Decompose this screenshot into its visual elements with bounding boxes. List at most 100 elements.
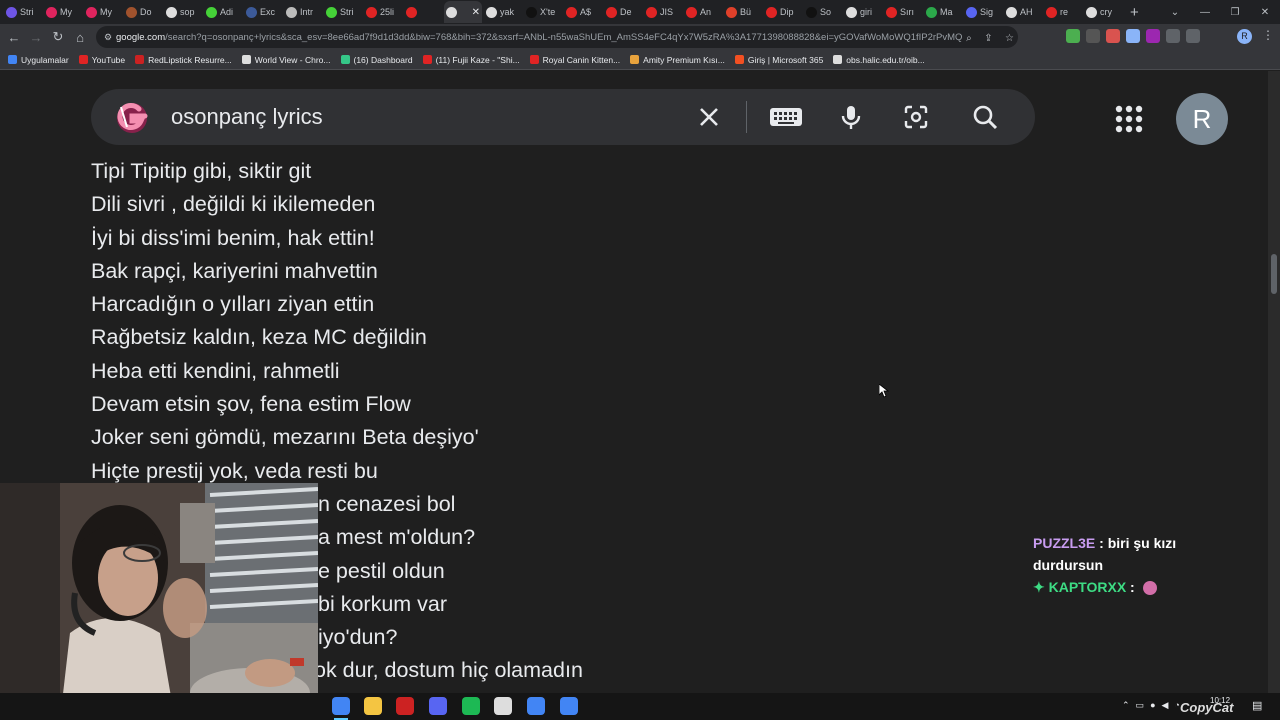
browser-tab[interactable]: JIS <box>644 2 682 22</box>
bookmark-item[interactable]: YouTube <box>78 55 125 65</box>
browser-tab[interactable]: Dip <box>764 2 802 22</box>
tab-favicon-icon <box>166 6 177 18</box>
browser-tab[interactable] <box>404 2 442 22</box>
bookmark-item[interactable]: RedLipstick Resurre... <box>135 55 232 65</box>
bookmark-item[interactable]: (16) Dashboard <box>340 55 413 65</box>
reload-icon[interactable]: ↻ <box>47 29 69 45</box>
tab-label: Stri <box>20 7 34 17</box>
restore-button[interactable]: ❐ <box>1220 7 1250 18</box>
browser-tab[interactable]: giri <box>844 2 882 22</box>
browser-tab[interactable]: Adi <box>204 2 242 22</box>
taskbar-app-spotify-icon[interactable] <box>462 697 480 715</box>
extension-icon[interactable] <box>1106 29 1120 43</box>
window-controls: ⌄ — ❐ ✕ <box>1160 0 1280 24</box>
extension-icon[interactable] <box>1086 29 1100 43</box>
lens-search-icon[interactable] <box>902 103 930 131</box>
extension-icon[interactable] <box>1126 29 1140 43</box>
volume-icon[interactable]: ◀ <box>1162 700 1169 711</box>
tab-close-icon[interactable]: ✕ <box>472 7 480 18</box>
taskbar-app-files-icon[interactable] <box>364 697 382 715</box>
new-tab-button[interactable]: + <box>1130 4 1139 21</box>
minimize-button[interactable]: — <box>1190 7 1220 18</box>
browser-tab[interactable]: So <box>804 2 842 22</box>
url-text[interactable]: google.com/search?q=osonpanç+lyrics&sca_… <box>116 32 962 43</box>
taskbar-app-chrome-icon[interactable] <box>332 697 350 715</box>
browser-tab[interactable]: 25li <box>364 2 402 22</box>
browser-tab[interactable]: Stri <box>4 2 42 22</box>
browser-tab[interactable]: AH <box>1004 2 1042 22</box>
clear-search-icon[interactable] <box>695 103 723 131</box>
browser-tab[interactable]: X'te <box>524 2 562 22</box>
tab-favicon-icon <box>606 6 617 18</box>
browser-tab[interactable]: My <box>84 2 122 22</box>
voice-search-icon[interactable] <box>837 103 865 131</box>
puzzle-icon[interactable] <box>1166 29 1180 43</box>
taskbar-app-chrome-2-icon[interactable] <box>527 697 545 715</box>
browser-tab[interactable]: Sig <box>964 2 1002 22</box>
taskbar-app-chrome-3-icon[interactable] <box>560 697 578 715</box>
browser-tab[interactable]: ✕ <box>444 1 482 23</box>
mic-icon[interactable]: ● <box>1150 700 1155 711</box>
browser-tab[interactable]: sop <box>164 2 202 22</box>
google-apps-icon[interactable] <box>1115 105 1143 133</box>
bookmark-item[interactable]: Amity Premium Kısı... <box>630 55 725 65</box>
mouse-cursor-icon <box>879 384 889 398</box>
browser-tab[interactable]: De <box>604 2 642 22</box>
browser-tab[interactable]: Stri <box>324 2 362 22</box>
scrollbar-thumb[interactable] <box>1271 254 1277 294</box>
streamer-camera-image <box>0 483 318 720</box>
tab-label: Stri <box>340 7 354 17</box>
browser-tab[interactable]: re <box>1044 2 1082 22</box>
keyboard-icon[interactable] <box>769 103 803 131</box>
account-avatar[interactable]: R <box>1176 93 1228 145</box>
tab-search-icon[interactable]: ⌄ <box>1160 7 1190 18</box>
notification-icon[interactable]: ▤ <box>1252 699 1262 712</box>
bookmark-item[interactable]: Royal Canin Kitten... <box>529 55 620 65</box>
tray-overflow-icon[interactable]: ⌃ <box>1122 700 1130 711</box>
search-icon[interactable] <box>971 103 999 131</box>
back-icon[interactable]: ← <box>3 30 25 45</box>
search-box[interactable]: osonpanç lyrics <box>91 89 1035 145</box>
vpn-extension-icon[interactable] <box>1066 29 1080 43</box>
browser-tab[interactable]: Bü <box>724 2 762 22</box>
lyric-line: Bak rapçi, kariyerini mahvettin <box>91 258 378 283</box>
browser-tab[interactable]: Exc <box>244 2 282 22</box>
browser-tab[interactable]: cry <box>1084 2 1122 22</box>
browser-tab[interactable]: My <box>44 2 82 22</box>
zoom-icon[interactable]: ⌕ <box>966 33 972 44</box>
bookmark-item[interactable]: World View - Chro... <box>241 55 331 65</box>
browser-tab[interactable]: Sırı <box>884 2 922 22</box>
browser-tab[interactable]: An <box>684 2 722 22</box>
bookmark-item[interactable]: obs.halic.edu.tr/oib... <box>833 55 925 65</box>
network-icon[interactable]: ▭ <box>1136 700 1145 711</box>
tab-label: Dip <box>780 7 794 17</box>
page-scrollbar[interactable] <box>1268 71 1280 693</box>
taskbar-app-game-icon[interactable] <box>396 697 414 715</box>
site-info-icon[interactable]: ⚙ <box>100 32 116 43</box>
profile-button[interactable]: R <box>1237 29 1252 44</box>
browser-tab[interactable]: Do <box>124 2 162 22</box>
taskbar-app-obs-icon[interactable] <box>494 697 512 715</box>
extension-icon[interactable] <box>1146 29 1160 43</box>
google-doodle-icon[interactable] <box>113 99 151 135</box>
browser-tab[interactable]: Ma <box>924 2 962 22</box>
bookmark-item[interactable]: Giriş | Microsoft 365 <box>734 55 823 65</box>
search-query-text[interactable]: osonpanç lyrics <box>171 104 323 130</box>
browser-tab[interactable]: Intr <box>284 2 322 22</box>
webcam-overlay <box>0 483 318 720</box>
sidepanel-icon[interactable] <box>1186 29 1200 43</box>
forward-icon[interactable]: → <box>25 30 47 45</box>
share-icon[interactable]: ⇪ <box>984 33 992 44</box>
browser-tab[interactable]: A$ <box>564 2 602 22</box>
bookmark-star-icon[interactable]: ☆ <box>1005 33 1014 44</box>
menu-icon[interactable]: ⋮ <box>1262 28 1274 42</box>
browser-tab[interactable]: yak <box>484 2 522 22</box>
bookmark-item[interactable]: Uygulamalar <box>8 55 69 65</box>
home-icon[interactable]: ⌂ <box>69 30 91 45</box>
bookmark-item[interactable]: (11) Fujii Kaze - "Shi... <box>422 55 520 65</box>
close-window-button[interactable]: ✕ <box>1250 7 1280 18</box>
taskbar-app-discord-icon[interactable] <box>429 697 447 715</box>
tab-favicon-icon <box>246 6 257 18</box>
address-bar[interactable]: ⚙ google.com/search?q=osonpanç+lyrics&sc… <box>96 26 1018 48</box>
windows-taskbar: ⌃ ▭ ● ◀ ◔ 10:12 ▤ <box>0 693 1280 720</box>
